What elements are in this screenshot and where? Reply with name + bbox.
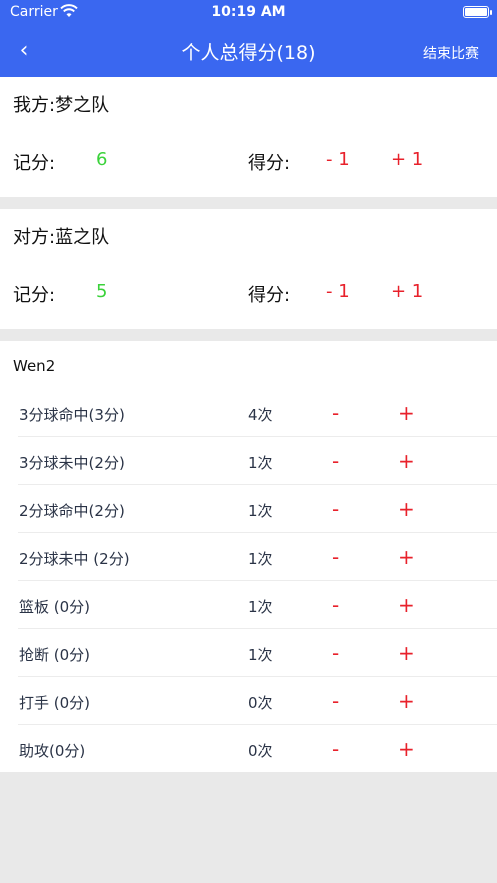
stat-label: 篮板 (0分)	[19, 598, 91, 616]
stat-label: 3分球命中(3分)	[19, 406, 125, 424]
stat-minus-button[interactable]: -	[332, 641, 339, 665]
stat-label: 打手 (0分)	[19, 694, 91, 712]
stat-row: 2分球未中 (2分) 1次 - +	[0, 533, 497, 581]
stat-plus-button[interactable]: +	[398, 449, 415, 473]
stat-count: 1次	[248, 454, 273, 472]
end-game-button[interactable]: 结束比赛	[423, 43, 479, 63]
home-plus-one-button[interactable]: + 1	[391, 149, 423, 170]
home-team-name: 我方:梦之队	[13, 95, 110, 116]
stat-minus-button[interactable]: -	[332, 401, 339, 425]
player-stats-panel: Wen2 3分球命中(3分) 4次 - + 3分球未中(2分) 1次 - + 2…	[0, 341, 497, 772]
status-bar: Carrier 10:19 AM	[0, 0, 497, 26]
stat-row: 3分球未中(2分) 1次 - +	[0, 437, 497, 485]
home-minus-one-button[interactable]: - 1	[326, 149, 350, 170]
stat-plus-button[interactable]: +	[398, 689, 415, 713]
away-team-name: 对方:蓝之队	[13, 227, 110, 248]
stat-count: 1次	[248, 646, 273, 664]
header-bar: Carrier 10:19 AM ‹ 个人总得分(18) 结束比赛	[0, 0, 497, 77]
stat-minus-button[interactable]: -	[332, 497, 339, 521]
stat-count: 0次	[248, 694, 273, 712]
stat-row: 2分球命中(2分) 1次 - +	[0, 485, 497, 533]
nav-bar: ‹ 个人总得分(18) 结束比赛	[0, 26, 497, 77]
stat-count: 1次	[248, 598, 273, 616]
record-label: 记分:	[13, 153, 56, 174]
stat-plus-button[interactable]: +	[398, 497, 415, 521]
record-value: 6	[96, 149, 108, 170]
record-label: 记分:	[13, 285, 56, 306]
stat-minus-button[interactable]: -	[332, 545, 339, 569]
player-name: Wen2	[13, 357, 56, 375]
away-team-score-row: 记分: 5 得分: - 1 + 1	[0, 281, 497, 307]
record-value: 5	[96, 281, 108, 302]
stat-count: 1次	[248, 502, 273, 520]
away-plus-one-button[interactable]: + 1	[391, 281, 423, 302]
stat-minus-button[interactable]: -	[332, 593, 339, 617]
score-label: 得分:	[248, 285, 291, 306]
battery-icon	[463, 6, 492, 18]
stat-plus-button[interactable]: +	[398, 737, 415, 761]
away-team-panel: 对方:蓝之队 记分: 5 得分: - 1 + 1	[0, 209, 497, 329]
stat-row: 篮板 (0分) 1次 - +	[0, 581, 497, 629]
away-minus-one-button[interactable]: - 1	[326, 281, 350, 302]
stat-plus-button[interactable]: +	[398, 593, 415, 617]
stat-row: 助攻(0分) 0次 - +	[0, 725, 497, 773]
stat-plus-button[interactable]: +	[398, 545, 415, 569]
home-team-panel: 我方:梦之队 记分: 6 得分: - 1 + 1	[0, 77, 497, 197]
stat-list: 3分球命中(3分) 4次 - + 3分球未中(2分) 1次 - + 2分球命中(…	[0, 389, 497, 773]
stat-row: 抢断 (0分) 1次 - +	[0, 629, 497, 677]
stat-label: 3分球未中(2分)	[19, 454, 125, 472]
stat-minus-button[interactable]: -	[332, 737, 339, 761]
stat-count: 4次	[248, 406, 273, 424]
stat-row: 3分球命中(3分) 4次 - +	[0, 389, 497, 437]
stat-plus-button[interactable]: +	[398, 641, 415, 665]
stat-minus-button[interactable]: -	[332, 449, 339, 473]
score-label: 得分:	[248, 153, 291, 174]
home-team-score-row: 记分: 6 得分: - 1 + 1	[0, 149, 497, 175]
stat-plus-button[interactable]: +	[398, 401, 415, 425]
stat-label: 抢断 (0分)	[19, 646, 91, 664]
stat-label: 助攻(0分)	[19, 742, 86, 760]
stat-count: 1次	[248, 550, 273, 568]
stat-label: 2分球未中 (2分)	[19, 550, 130, 568]
stat-label: 2分球命中(2分)	[19, 502, 125, 520]
status-time: 10:19 AM	[211, 4, 286, 20]
stat-row: 打手 (0分) 0次 - +	[0, 677, 497, 725]
stat-minus-button[interactable]: -	[332, 689, 339, 713]
stat-count: 0次	[248, 742, 273, 760]
